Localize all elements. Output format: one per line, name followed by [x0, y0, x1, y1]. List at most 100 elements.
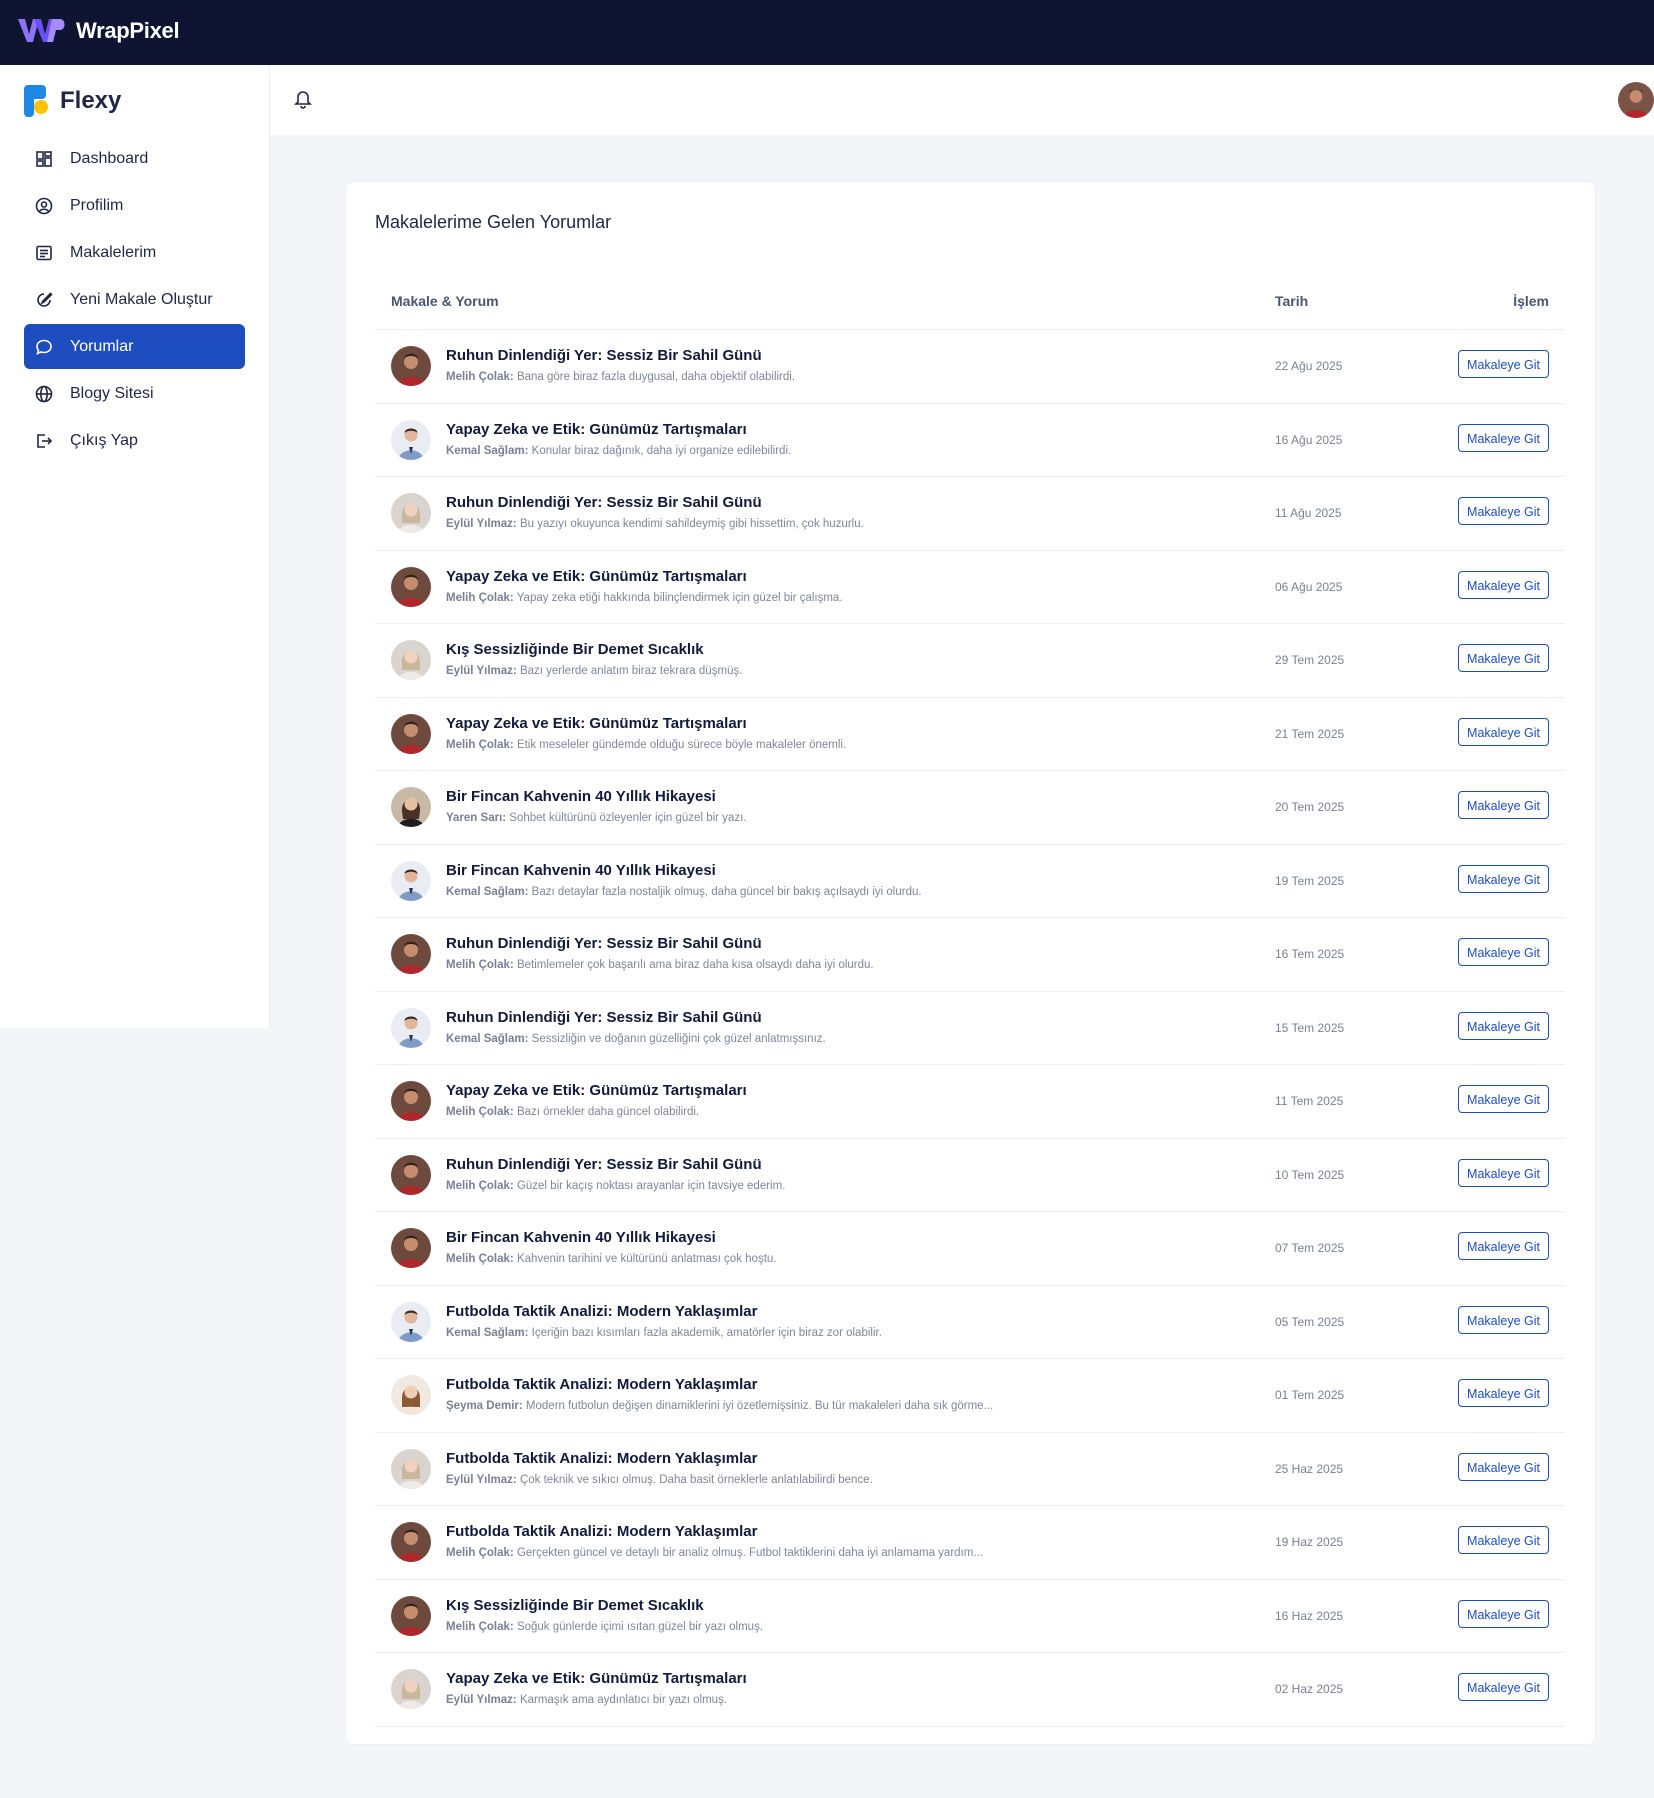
table-row: Yapay Zeka ve Etik: Günümüz Tartışmaları…: [375, 698, 1565, 771]
comment-text: Melih Çolak: Gerçekten güncel ve detaylı…: [446, 1547, 983, 1559]
sidebar-item-cikis-yap[interactable]: Çıkış Yap: [24, 418, 245, 463]
sidebar-item-label: Yeni Makale Oluştur: [70, 290, 213, 308]
article-title: Yapay Zeka ve Etik: Günümüz Tartışmaları: [446, 1082, 747, 1099]
comment-author: Kemal Sağlam:: [446, 885, 529, 898]
go-to-article-button[interactable]: Makaleye Git: [1458, 791, 1549, 819]
commenter-avatar: [391, 566, 431, 607]
table-row: Bir Fincan Kahvenin 40 Yıllık Hikayesi Ke…: [375, 845, 1565, 918]
comment-body: Modern futbolun değişen dinamiklerini iy…: [525, 1400, 994, 1412]
go-to-article-button[interactable]: Makaleye Git: [1458, 1232, 1549, 1260]
comment-text: Kemal Sağlam: Bazı detaylar fazla nostal…: [446, 886, 922, 898]
comment-body: Kahvenin tarihini ve kültürünü anlatması…: [516, 1253, 777, 1265]
table-row: Bir Fincan Kahvenin 40 Yıllık Hikayesi Ya…: [375, 771, 1565, 845]
table-row: Futbolda Taktik Analizi: Modern Yaklaşım…: [375, 1433, 1565, 1506]
go-to-article-button[interactable]: Makaleye Git: [1458, 570, 1549, 599]
comment-author: Melih Çolak:: [446, 959, 514, 971]
comment-text: Kemal Sağlam: Konular biraz dağınık, dah…: [446, 445, 791, 457]
go-to-article-button[interactable]: Makaleye Git: [1458, 497, 1549, 525]
article-title: Ruhun Dinlendiği Yer: Sessiz Bir Sahil G…: [446, 347, 762, 364]
go-to-article-button[interactable]: Makaleye Git: [1458, 1085, 1549, 1113]
comment-body: Soğuk günlerde içimi ısıtan güzel bir ya…: [516, 1620, 764, 1633]
comment-body: Sohbet kültürünü özleyenler için güzel b…: [509, 812, 747, 824]
dashboard-icon: [34, 149, 54, 169]
comment-author: Eylül Yılmaz:: [446, 1473, 517, 1486]
table-row: Yapay Zeka ve Etik: Günümüz Tartışmaları…: [375, 1065, 1565, 1139]
go-to-article-button[interactable]: Makaleye Git: [1458, 644, 1549, 672]
comment-body: Güzel bir kaçış noktası arayanlar için t…: [516, 1179, 786, 1192]
comment-text: Melih Çolak: Güzel bir kaçış noktası ara…: [446, 1180, 785, 1192]
article-title: Ruhun Dinlendiği Yer: Sessiz Bir Sahil G…: [446, 935, 762, 952]
comment-body: Bazı yerlerde anlatım biraz tekrara düşm…: [519, 665, 743, 677]
comments-card: Makalelerime Gelen Yorumlar Makale & Yor…: [345, 181, 1596, 1745]
comment-body: Betimlemeler çok başarılı ama biraz daha…: [516, 959, 874, 971]
go-to-article-button[interactable]: Makaleye Git: [1458, 864, 1549, 893]
comment-date: 22 Ağu 2025: [1275, 359, 1343, 373]
comment-author: Melih Çolak:: [446, 1253, 514, 1265]
commenter-avatar: [391, 1228, 431, 1268]
sidebar-item-label: Dashboard: [70, 149, 149, 167]
article-title: Futbolda Taktik Analizi: Modern Yaklaşım…: [446, 1449, 758, 1467]
commenter-avatar: [391, 346, 431, 386]
article-title: Bir Fincan Kahvenin 40 Yıllık Hikayesi: [446, 788, 716, 805]
sidebar-item-makalelerim[interactable]: Makalelerim: [24, 230, 245, 275]
table-body: Ruhun Dinlendiği Yer: Sessiz Bir Sahil G…: [375, 330, 1565, 1727]
comment-date: 25 Haz 2025: [1275, 1461, 1344, 1476]
go-to-article-button[interactable]: Makaleye Git: [1458, 1011, 1549, 1040]
notification-bell-icon[interactable]: [294, 89, 312, 114]
sidebar-nav: Dashboard Profilim Makalelerim Yeni Maka…: [24, 136, 245, 465]
table-row: Yapay Zeka ve Etik: Günümüz Tartışmaları…: [375, 404, 1565, 477]
table-row: Yapay Zeka ve Etik: Günümüz Tartışmaları…: [375, 1653, 1565, 1727]
commenter-avatar: [391, 1669, 431, 1709]
comment-text: Şeyma Demir: Modern futbolun değişen din…: [446, 1400, 993, 1412]
wrappixel-logo[interactable]: WrapPixel: [16, 16, 180, 46]
comment-text: Kemal Sağlam: Sessizliğin ve doğanın güz…: [446, 1033, 826, 1045]
wrappixel-brand: WrapPixel: [76, 18, 180, 43]
article-list-icon: [34, 243, 54, 263]
comment-body: Karmaşık ama aydınlatıcı bir yazı olmuş.: [519, 1694, 728, 1706]
sidebar-item-blogy-sitesi[interactable]: Blogy Sitesi: [24, 371, 245, 416]
top-bar: WrapPixel: [0, 0, 1654, 65]
edit-pencil-icon: [34, 290, 54, 310]
comment-author: Eylül Yılmaz:: [446, 1694, 517, 1706]
sidebar-item-label: Çıkış Yap: [70, 431, 138, 449]
logout-icon: [34, 431, 54, 451]
comment-body: Bazı detaylar fazla nostaljik olmuş, dah…: [531, 885, 922, 898]
go-to-article-button[interactable]: Makaleye Git: [1458, 1379, 1549, 1407]
go-to-article-button[interactable]: Makaleye Git: [1458, 1673, 1549, 1701]
commenter-avatar: [391, 934, 431, 974]
comment-author: Melih Çolak:: [446, 738, 514, 751]
article-title: Bir Fincan Kahvenin 40 Yıllık Hikayesi: [446, 1229, 716, 1246]
go-to-article-button[interactable]: Makaleye Git: [1458, 717, 1549, 746]
table-row: Kış Sessizliğinde Bir Demet Sıcaklık Eylü…: [375, 624, 1565, 698]
go-to-article-button[interactable]: Makaleye Git: [1458, 1599, 1549, 1628]
table-row: Ruhun Dinlendiği Yer: Sessiz Bir Sahil G…: [375, 918, 1565, 992]
sidebar-item-yorumlar[interactable]: Yorumlar: [24, 324, 245, 369]
go-to-article-button[interactable]: Makaleye Git: [1458, 423, 1549, 452]
comment-body: Konular biraz dağınık, daha iyi organize…: [531, 444, 792, 457]
sidebar-item-label: Profilim: [70, 196, 124, 214]
comment-body: Bazı örnekler daha güncel olabilirdi.: [516, 1106, 700, 1118]
comment-date: 20 Tem 2025: [1275, 800, 1345, 814]
user-avatar[interactable]: [1618, 82, 1654, 118]
comment-author: Kemal Sağlam:: [446, 1326, 529, 1339]
go-to-article-button[interactable]: Makaleye Git: [1458, 1305, 1549, 1334]
go-to-article-button[interactable]: Makaleye Git: [1458, 1526, 1549, 1554]
go-to-article-button[interactable]: Makaleye Git: [1458, 350, 1549, 378]
sidebar-item-dashboard[interactable]: Dashboard: [24, 136, 245, 181]
go-to-article-button[interactable]: Makaleye Git: [1458, 938, 1549, 966]
flexy-logo[interactable]: Flexy: [24, 85, 121, 117]
go-to-article-button[interactable]: Makaleye Git: [1458, 1452, 1549, 1481]
commenter-avatar: [391, 640, 431, 680]
comment-text: Eylül Yılmaz: Karmaşık ama aydınlatıcı b…: [446, 1694, 727, 1706]
comment-text: Eylül Yılmaz: Bu yazıyı okuyunca kendimi…: [446, 518, 864, 530]
commenter-avatar: [391, 1595, 431, 1636]
sidebar-item-profilim[interactable]: Profilim: [24, 183, 245, 228]
comment-author: Melih Çolak:: [446, 591, 514, 604]
commenter-avatar: [391, 493, 431, 533]
comment-body: Etik meseleler gündemde olduğu sürece bö…: [516, 738, 847, 751]
table-row: Kış Sessizliğinde Bir Demet Sıcaklık Meli…: [375, 1580, 1565, 1653]
go-to-article-button[interactable]: Makaleye Git: [1458, 1158, 1549, 1187]
sidebar-item-yeni-makale[interactable]: Yeni Makale Oluştur: [24, 277, 245, 322]
comment-date: 21 Tem 2025: [1275, 726, 1345, 741]
table-row: Ruhun Dinlendiği Yer: Sessiz Bir Sahil G…: [375, 1139, 1565, 1212]
